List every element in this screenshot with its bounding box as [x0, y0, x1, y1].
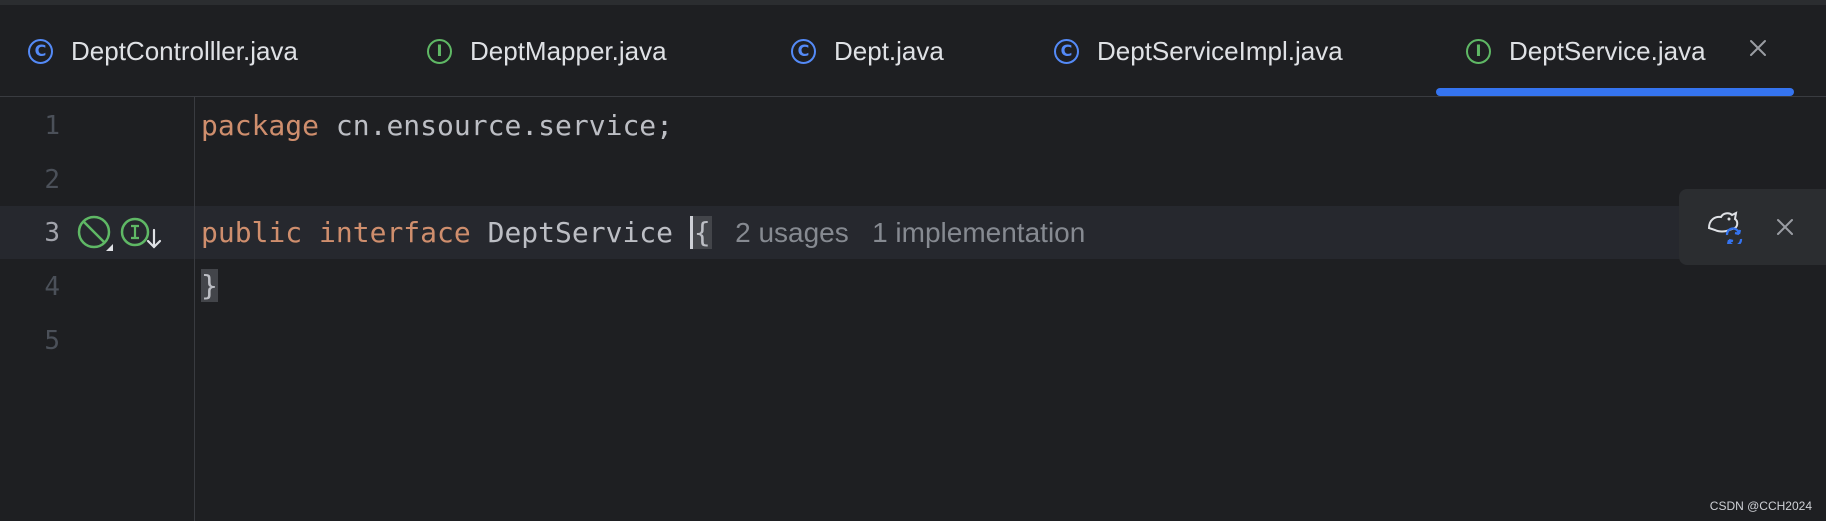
maven-reload-popup [1679, 189, 1826, 265]
text-caret-brace: { [689, 216, 712, 249]
no-breakpoint-icon[interactable] [76, 215, 116, 253]
keyword: public [201, 216, 303, 249]
tab-dept[interactable]: C Dept.java [791, 5, 944, 97]
tab-deptservice[interactable]: I DeptService.java [1466, 5, 1706, 97]
watermark: CSDN @CCH2024 [1709, 499, 1812, 513]
tab-deptserviceimpl[interactable]: C DeptServiceImpl.java [1054, 5, 1343, 97]
line-number: 2 [44, 165, 60, 195]
code-editor[interactable]: 1 2 3 4 5 package cn.ensource.service; p… [0, 97, 1826, 521]
gutter-separator [194, 97, 195, 521]
matched-brace: } [201, 269, 218, 302]
active-tab-indicator [1436, 88, 1794, 96]
class-icon: C [28, 38, 53, 64]
tab-deptmapper[interactable]: I DeptMapper.java [427, 5, 667, 97]
implementations-inlay-hint[interactable]: 1 implementation [872, 217, 1085, 248]
keyword: interface [319, 216, 471, 249]
interface-icon: I [1466, 38, 1491, 64]
maven-sync-icon[interactable] [1705, 210, 1745, 244]
line-number: 1 [44, 111, 60, 141]
line-number: 5 [44, 326, 60, 356]
code-line-4: } [201, 269, 218, 302]
keyword: package [201, 109, 320, 142]
tab-deptcontroller[interactable]: C DeptControlller.java [28, 5, 298, 97]
interface-icon: I [427, 38, 452, 64]
implemented-interface-icon[interactable] [120, 216, 162, 252]
line-number: 4 [44, 272, 60, 302]
code-line-3: public interface DeptService { 2 usages … [201, 216, 1085, 249]
package-name: cn.ensource.service; [319, 109, 674, 142]
line-number: 3 [44, 218, 60, 248]
tab-label: DeptMapper.java [470, 35, 667, 66]
editor-tab-bar: C DeptControlller.java I DeptMapper.java… [0, 5, 1826, 97]
tab-label: DeptServiceImpl.java [1097, 35, 1343, 66]
class-icon: C [791, 38, 816, 64]
close-icon[interactable] [1773, 215, 1797, 239]
tab-label: DeptControlller.java [71, 35, 298, 66]
code-line-1: package cn.ensource.service; [201, 109, 673, 142]
interface-name: DeptService [487, 216, 674, 249]
close-tab-icon[interactable] [1743, 33, 1773, 63]
tab-label: DeptService.java [1509, 35, 1706, 66]
class-icon: C [1054, 38, 1079, 64]
tab-label: Dept.java [834, 35, 944, 66]
usages-inlay-hint[interactable]: 2 usages [735, 217, 849, 248]
